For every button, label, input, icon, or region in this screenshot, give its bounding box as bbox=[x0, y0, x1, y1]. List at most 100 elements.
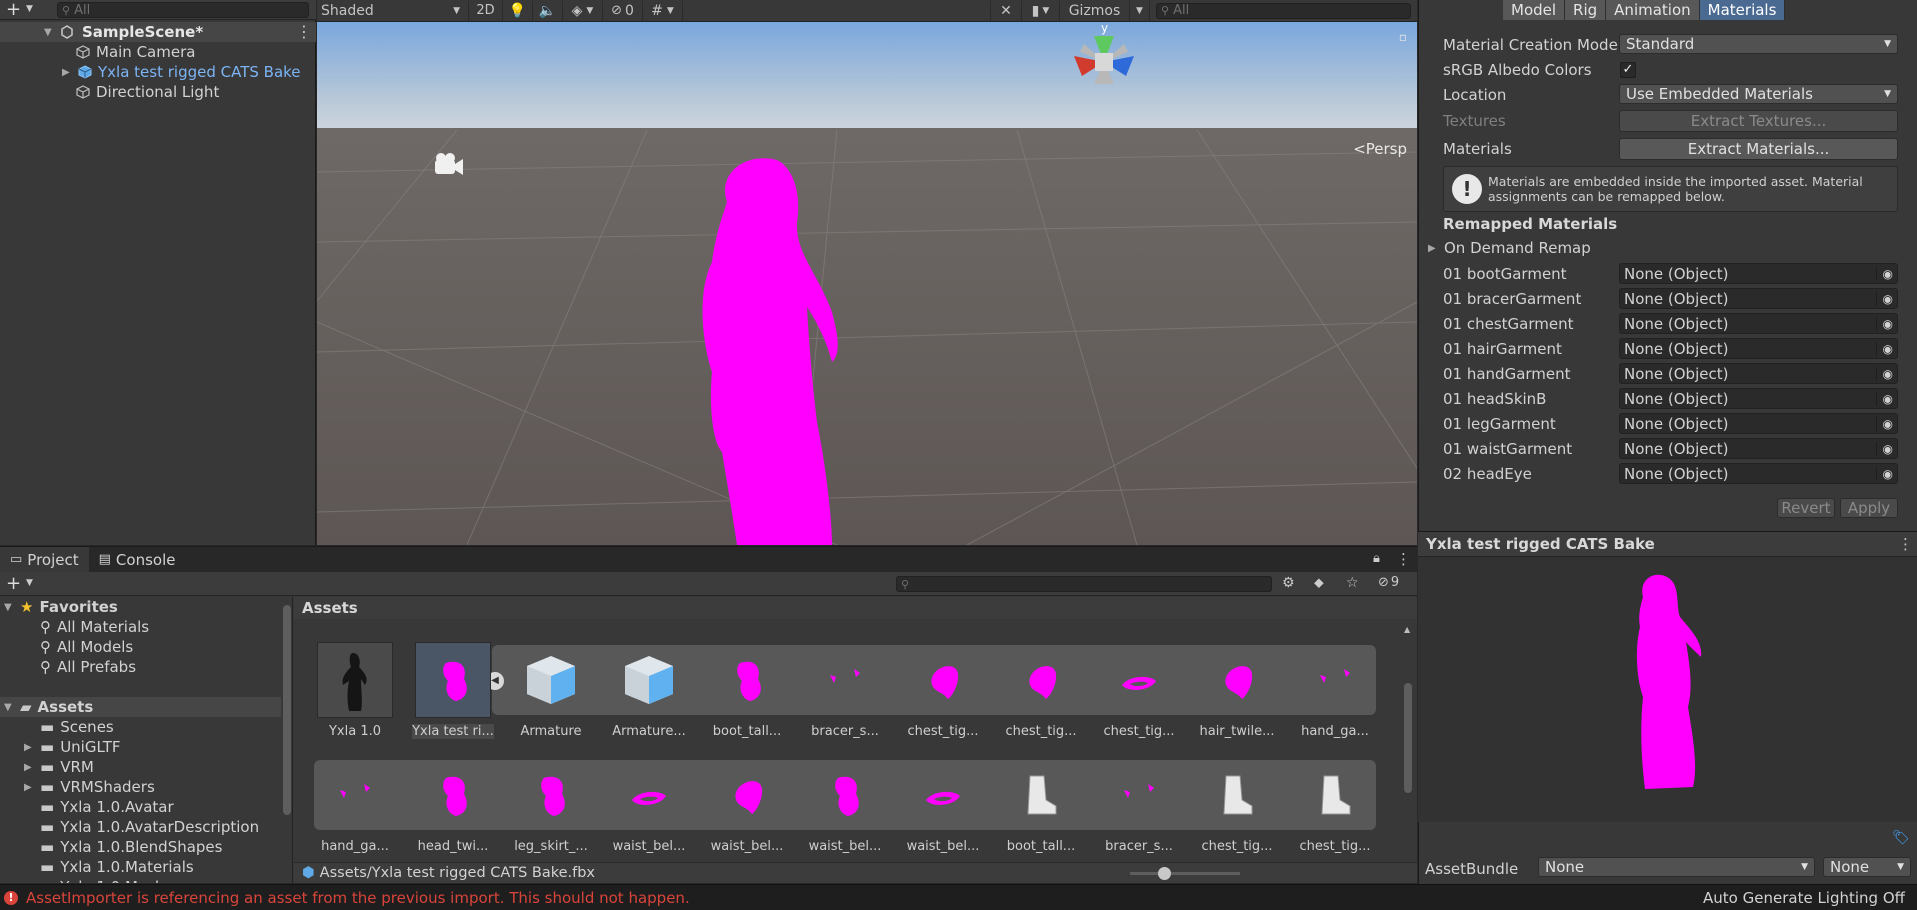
tab-rig[interactable]: Rig bbox=[1565, 0, 1607, 20]
filter-by-label-icon[interactable]: ⬥ bbox=[1314, 575, 1324, 591]
apply-button[interactable]: Apply bbox=[1840, 498, 1898, 518]
asset-tile[interactable]: boot_tall... bbox=[1000, 757, 1082, 865]
asset-tile[interactable]: waist_bel... bbox=[804, 757, 886, 865]
lock-icon[interactable]: 🔒︎ bbox=[1373, 551, 1380, 566]
effects-toggle-icon[interactable]: ◈ ▼ bbox=[563, 0, 603, 21]
asset-tile[interactable]: head_twi... bbox=[412, 757, 494, 865]
asset-tile[interactable]: boot_tall... bbox=[706, 642, 788, 750]
asset-tile[interactable]: hand_ga... bbox=[314, 757, 396, 865]
object-picker-icon[interactable]: ◉ bbox=[1875, 466, 1893, 481]
asset-tile[interactable]: hair_twile... bbox=[1196, 642, 1278, 750]
expand-icon[interactable]: ▶ bbox=[24, 742, 34, 753]
extract-materials-button[interactable]: Extract Materials... bbox=[1619, 138, 1898, 160]
tab-console[interactable]: ▤ Console bbox=[89, 547, 186, 572]
tab-materials[interactable]: Materials bbox=[1699, 0, 1786, 20]
asset-tile[interactable]: chest_tig... bbox=[1294, 757, 1376, 865]
chevron-down-icon[interactable]: ▼ bbox=[1130, 0, 1150, 21]
scene-viewport[interactable]: y <Persp ▫ bbox=[317, 22, 1417, 545]
extract-textures-button[interactable]: Extract Textures... bbox=[1619, 110, 1898, 132]
asset-folder-item[interactable]: ▬ Scenes bbox=[24, 717, 114, 737]
asset-folder-item[interactable]: ▶ ▬ VRMShaders bbox=[24, 777, 155, 797]
audio-toggle-icon[interactable]: 🔈 bbox=[533, 0, 563, 21]
asset-tile[interactable]: Armature... bbox=[608, 642, 690, 750]
add-icon[interactable]: + bbox=[6, 573, 21, 594]
lock-icon[interactable]: ▫ bbox=[1399, 30, 1407, 44]
on-demand-remap-foldout[interactable]: ▶ On Demand Remap bbox=[1428, 239, 1591, 257]
favorite-item[interactable]: ⚲ All Materials bbox=[40, 617, 149, 637]
assetbundle-variant-dropdown[interactable]: None ▼ bbox=[1823, 857, 1911, 877]
asset-folder-item[interactable]: ▬ Yxla 1.0.BlendShapes bbox=[24, 837, 222, 857]
add-icon[interactable]: + bbox=[6, 1, 21, 19]
hidden-packages-button[interactable]: ⊘ 9 bbox=[1378, 575, 1399, 590]
remap-object-field[interactable]: None (Object) ◉ bbox=[1619, 413, 1898, 434]
asset-tile[interactable]: waist_bel... bbox=[608, 757, 690, 865]
project-search-input[interactable]: ⚲ bbox=[896, 576, 1272, 592]
chevron-down-icon[interactable]: ▼ bbox=[26, 578, 33, 588]
object-picker-icon[interactable]: ◉ bbox=[1875, 266, 1893, 281]
thumbnail-size-slider[interactable] bbox=[1130, 867, 1240, 880]
chevron-down-icon[interactable]: ▼ bbox=[26, 4, 33, 14]
asset-folder-item[interactable]: ▬ Yxla 1.0.Avatar bbox=[24, 797, 174, 817]
favorite-item[interactable]: ⚲ All Models bbox=[40, 637, 133, 657]
asset-tile[interactable]: waist_bel... bbox=[706, 757, 788, 865]
remap-object-field[interactable]: None (Object) ◉ bbox=[1619, 388, 1898, 409]
object-picker-icon[interactable]: ◉ bbox=[1875, 291, 1893, 306]
scene-search-input[interactable]: ⚲ All bbox=[1156, 2, 1411, 19]
asset-tile[interactable]: Yxla 1.0 bbox=[314, 642, 396, 750]
favorite-star-icon[interactable]: ☆ bbox=[1346, 575, 1359, 591]
remap-object-field[interactable]: None (Object) ◉ bbox=[1619, 463, 1898, 484]
favorites-foldout[interactable]: ▼ ★ Favorites bbox=[4, 597, 118, 617]
hidden-objects-button[interactable]: ⊘ 0 bbox=[603, 0, 643, 21]
remap-object-field[interactable]: None (Object) ◉ bbox=[1619, 313, 1898, 334]
asset-tile[interactable]: Yxla test ri... bbox=[412, 642, 494, 750]
filter-by-type-icon[interactable]: ⚙ bbox=[1282, 575, 1295, 591]
asset-tile[interactable]: bracer_s... bbox=[804, 642, 886, 750]
hierarchy-item-main-camera[interactable]: Main Camera bbox=[76, 42, 195, 62]
object-picker-icon[interactable]: ◉ bbox=[1875, 441, 1893, 456]
asset-folder-item[interactable]: ▶ ▬ VRM bbox=[24, 757, 94, 777]
expand-icon[interactable]: ▶ bbox=[24, 762, 34, 773]
object-picker-icon[interactable]: ◉ bbox=[1875, 416, 1893, 431]
remap-object-field[interactable]: None (Object) ◉ bbox=[1619, 338, 1898, 359]
assets-breadcrumb[interactable]: Assets bbox=[294, 597, 1417, 619]
assetbundle-dropdown[interactable]: None ▼ bbox=[1538, 857, 1815, 877]
tools-icon[interactable]: ✕ bbox=[990, 0, 1022, 21]
tab-animation[interactable]: Animation bbox=[1606, 0, 1700, 20]
scroll-up-icon[interactable]: ▲ bbox=[1404, 625, 1410, 634]
camera-settings-icon[interactable]: ▮ ▼ bbox=[1022, 0, 1060, 21]
asset-tile[interactable]: chest_tig... bbox=[1098, 642, 1180, 750]
remap-object-field[interactable]: None (Object) ◉ bbox=[1619, 288, 1898, 309]
scene-row[interactable]: ▼ SampleScene* ⋮ bbox=[0, 22, 316, 42]
asset-folder-item[interactable]: ▬ Yxla 1.0.Materials bbox=[24, 857, 194, 877]
location-dropdown[interactable]: Use Embedded Materials ▼ bbox=[1619, 84, 1898, 104]
object-picker-icon[interactable]: ◉ bbox=[1875, 366, 1893, 381]
more-vertical-icon[interactable]: ⋮ bbox=[296, 22, 312, 41]
material-creation-mode-dropdown[interactable]: Standard ▼ bbox=[1619, 34, 1898, 54]
object-picker-icon[interactable]: ◉ bbox=[1875, 316, 1893, 331]
asset-folder-item[interactable]: ▶ ▬ UniGLTF bbox=[24, 737, 121, 757]
preview-area[interactable] bbox=[1418, 557, 1917, 822]
grid-scrollbar[interactable]: ▲ ▼ bbox=[1402, 621, 1414, 870]
object-picker-icon[interactable]: ◉ bbox=[1875, 341, 1893, 356]
remap-object-field[interactable]: None (Object) ◉ bbox=[1619, 263, 1898, 284]
expand-icon[interactable]: ▶ bbox=[24, 782, 34, 793]
asset-folder-item[interactable]: ▬ Yxla 1.0.AvatarDescription bbox=[24, 817, 259, 837]
status-error-message[interactable]: AssetImporter is referencing an asset fr… bbox=[26, 889, 690, 907]
tag-icon[interactable]: 🏷 bbox=[1892, 830, 1910, 846]
expand-icon[interactable]: ▼ bbox=[44, 27, 54, 38]
asset-tile[interactable]: Armature bbox=[510, 642, 592, 750]
hierarchy-item-directional-light[interactable]: Directional Light bbox=[76, 82, 219, 102]
srgb-checkbox[interactable]: ✓ bbox=[1620, 62, 1636, 78]
tab-project[interactable]: ▭ Project bbox=[0, 547, 89, 572]
asset-tile[interactable]: leg_skirt_... bbox=[510, 757, 592, 865]
object-picker-icon[interactable]: ◉ bbox=[1875, 391, 1893, 406]
preview-header[interactable]: Yxla test rigged CATS Bake ⋮ bbox=[1418, 531, 1917, 557]
asset-tile[interactable]: chest_tig... bbox=[1000, 642, 1082, 750]
asset-tile[interactable]: waist_bel... bbox=[902, 757, 984, 865]
asset-tile[interactable]: bracer_s... bbox=[1098, 757, 1180, 865]
more-vertical-icon[interactable]: ⋮ bbox=[1396, 550, 1411, 568]
tree-scrollbar[interactable] bbox=[283, 605, 291, 815]
gizmos-dropdown[interactable]: Gizmos bbox=[1060, 0, 1130, 21]
hierarchy-item-yxla[interactable]: ▶ Yxla test rigged CATS Bake bbox=[62, 62, 301, 82]
remap-object-field[interactable]: None (Object) ◉ bbox=[1619, 438, 1898, 459]
